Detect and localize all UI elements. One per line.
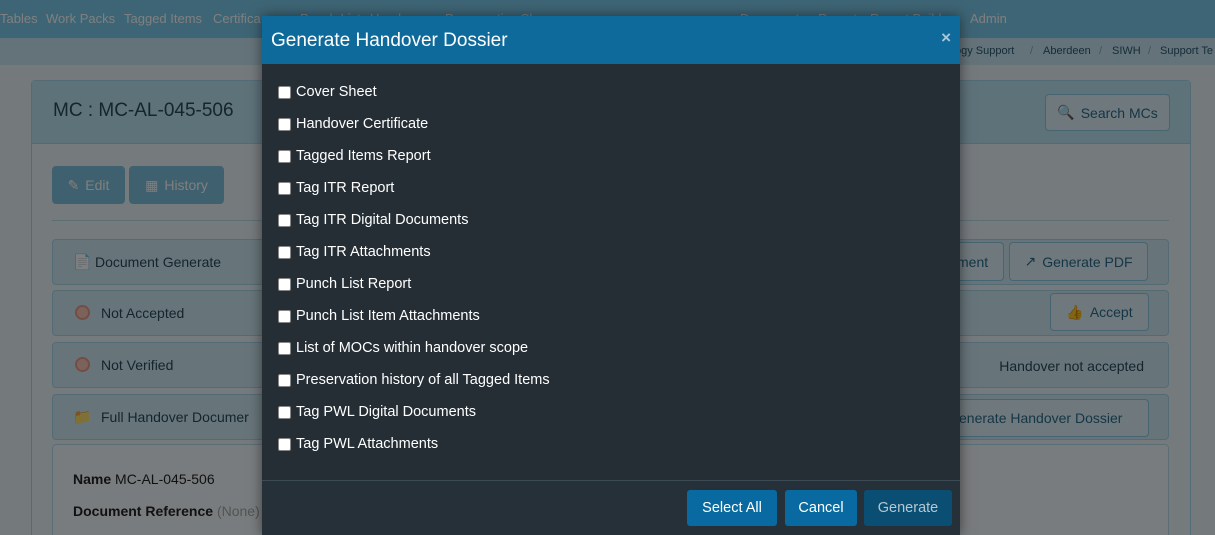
option-tag-pwl-digital-documents[interactable]: Tag PWL Digital Documents [278,402,476,422]
option-cover-sheet[interactable]: Cover Sheet [278,82,377,102]
checkbox[interactable] [278,245,291,259]
option-label: List of MOCs within handover scope [296,340,529,356]
checkbox[interactable] [278,309,291,323]
option-punch-list-item-attachments[interactable]: Punch List Item Attachments [278,306,480,326]
option-tag-itr-attachments[interactable]: Tag ITR Attachments [278,242,431,262]
checkbox[interactable] [278,437,291,451]
option-preservation-history[interactable]: Preservation history of all Tagged Items [278,370,550,390]
option-label: Tag ITR Report [296,180,395,196]
option-label: Punch List Item Attachments [296,308,480,324]
select-all-button[interactable]: Select All [687,490,777,526]
option-tag-itr-report[interactable]: Tag ITR Report [278,178,394,198]
option-handover-certificate[interactable]: Handover Certificate [278,114,428,134]
option-punch-list-report[interactable]: Punch List Report [278,274,411,294]
option-label: Handover Certificate [296,116,429,132]
checkbox[interactable] [278,341,291,355]
generate-handover-dossier-modal: Generate Handover Dossier × Cover Sheet … [262,16,960,535]
option-label: Punch List Report [296,276,412,292]
modal-title: Generate Handover Dossier [271,30,508,51]
option-label: Tag ITR Digital Documents [296,212,469,228]
modal-header: Generate Handover Dossier × [262,16,960,64]
option-tagged-items-report[interactable]: Tagged Items Report [278,146,431,166]
modal-footer: Select All Cancel Generate [262,480,960,535]
option-tag-itr-digital-documents[interactable]: Tag ITR Digital Documents [278,210,468,230]
checkbox[interactable] [278,373,291,387]
option-list-of-mocs[interactable]: List of MOCs within handover scope [278,338,528,358]
option-label: Tag PWL Attachments [296,436,439,452]
option-label: Tag ITR Attachments [296,244,431,260]
option-label: Tag PWL Digital Documents [296,404,476,420]
generate-button[interactable]: Generate [864,490,952,526]
option-label: Preservation history of all Tagged Items [296,372,550,388]
checkbox[interactable] [278,149,291,163]
option-tag-pwl-attachments[interactable]: Tag PWL Attachments [278,434,438,454]
checkbox[interactable] [278,181,291,195]
checkbox[interactable] [278,213,291,227]
option-label: Cover Sheet [296,84,377,100]
checkbox[interactable] [278,405,291,419]
option-label: Tagged Items Report [296,148,431,164]
close-icon[interactable]: × [941,28,951,48]
checkbox[interactable] [278,85,291,99]
checkbox[interactable] [278,117,291,131]
cancel-button[interactable]: Cancel [785,490,857,526]
checkbox[interactable] [278,277,291,291]
